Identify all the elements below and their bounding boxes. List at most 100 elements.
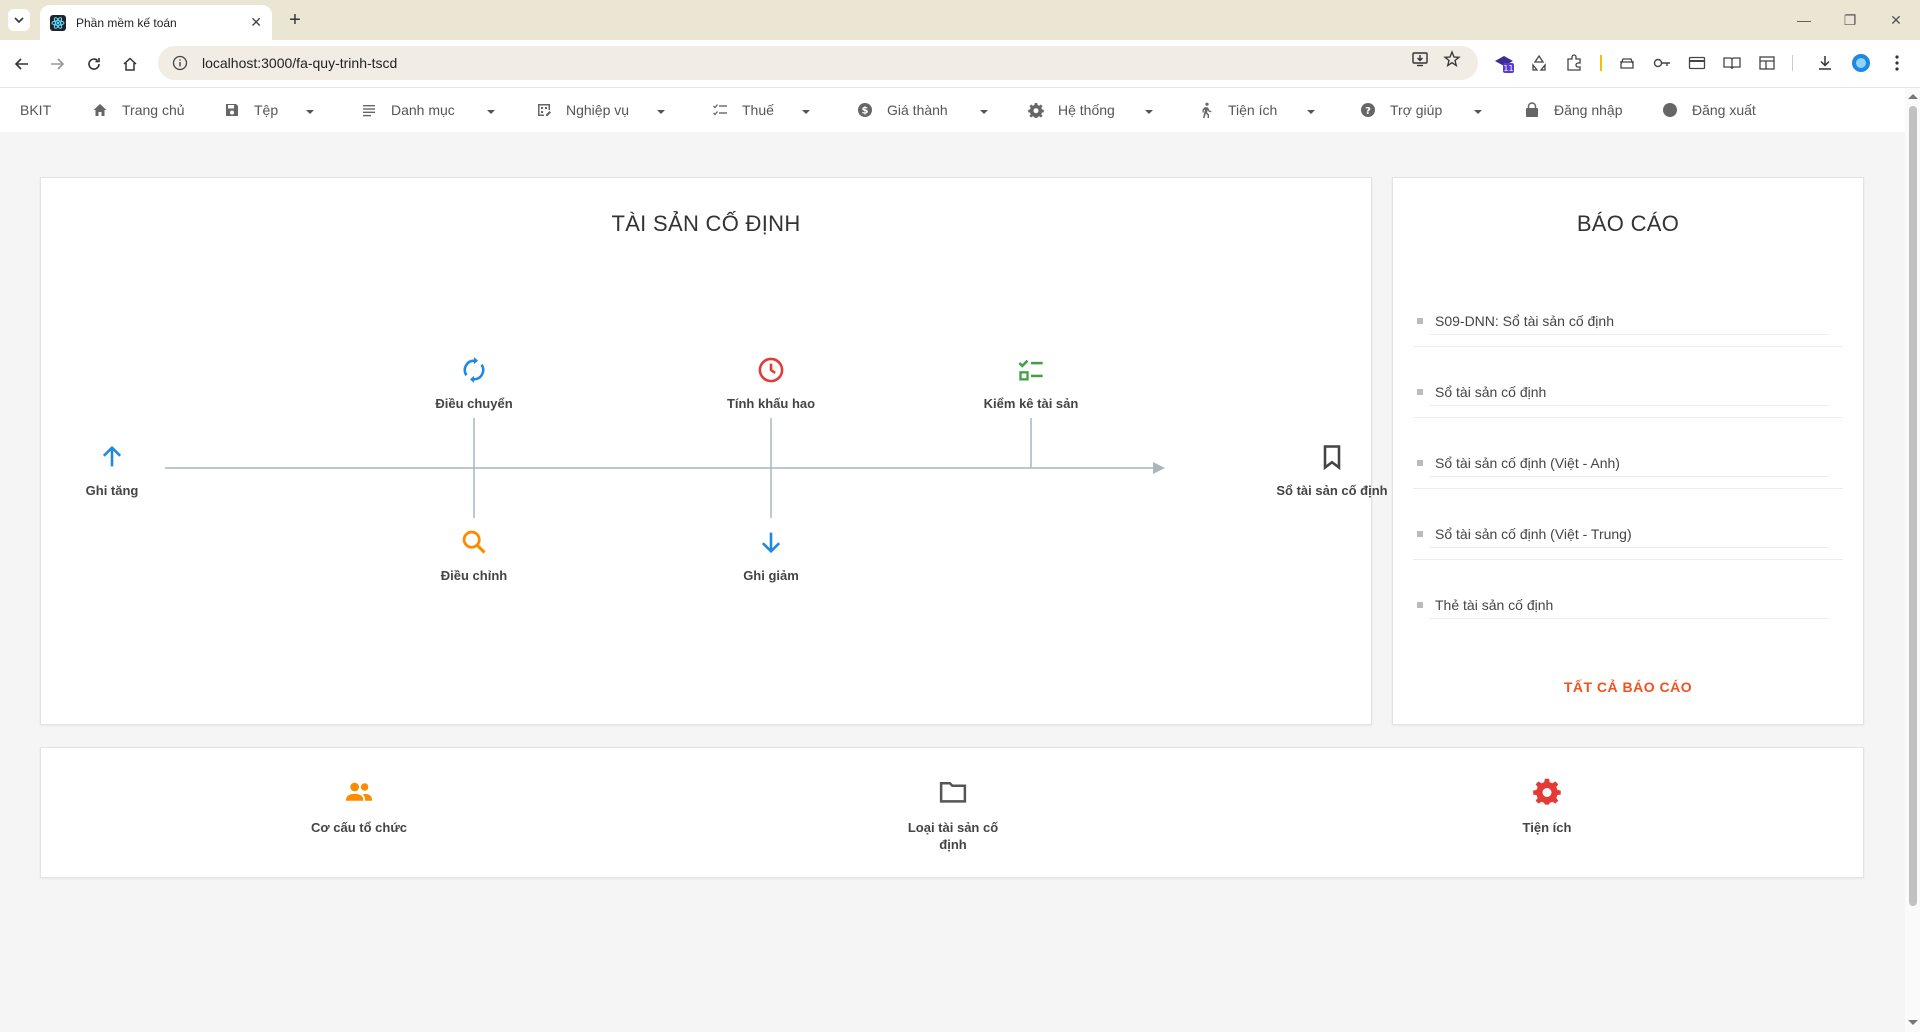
flow-node-increase[interactable]: Ghi tăng <box>32 443 192 498</box>
people-icon <box>345 782 373 801</box>
report-divider <box>1413 417 1843 418</box>
caret-down-icon <box>657 110 666 114</box>
split-view-icon[interactable] <box>1756 52 1778 74</box>
browser-menu-icon[interactable] <box>1886 52 1908 74</box>
svg-text:$: $ <box>862 106 869 117</box>
extension-hat-icon[interactable]: 11 <box>1493 52 1515 74</box>
bookmark-star-icon[interactable] <box>1442 49 1462 69</box>
nav-login[interactable]: Đăng nhập <box>1524 98 1623 122</box>
react-icon <box>50 14 66 31</box>
install-app-icon[interactable] <box>1410 49 1430 69</box>
back-button[interactable] <box>10 52 34 76</box>
flow-node-depreciation[interactable]: Tính khấu hao <box>691 356 851 411</box>
close-tab-icon[interactable]: ✕ <box>250 14 262 31</box>
nav-cost[interactable]: $ Giá thành <box>857 98 988 122</box>
nav-file[interactable]: Tệp <box>224 98 315 122</box>
lock-icon <box>1526 102 1538 117</box>
flow-node-inventory[interactable]: Kiểm kê tài sản <box>951 356 1111 411</box>
bullet-icon <box>1417 459 1423 466</box>
shortcut-asset-type[interactable]: Loại tài sản cố định <box>873 777 1033 853</box>
chevron-down-icon <box>14 17 24 24</box>
reports-card: BÁO CÁO S09-DNN: Sổ tài sản cố định Sổ t… <box>1392 177 1864 725</box>
flow-node-label: Ghi giảm <box>743 568 799 583</box>
fixed-asset-process-card: TÀI SẢN CỐ ĐỊNH Ghi tăng Điều chuyển Tín… <box>40 177 1388 725</box>
toolbar-divider <box>1792 55 1793 71</box>
report-divider <box>1413 488 1843 489</box>
flow-node-adjust[interactable]: Điều chỉnh <box>394 528 554 583</box>
extensions-puzzle-icon[interactable] <box>1563 52 1585 74</box>
address-bar[interactable]: localhost:3000/fa-quy-trinh-tscd <box>158 46 1478 80</box>
browser-tab[interactable]: Phần mềm kế toán ✕ <box>40 5 272 40</box>
reading-mode-icon[interactable] <box>1721 52 1743 74</box>
shortcut-label: Tiện ích <box>1522 820 1572 835</box>
flow-node-label: Điều chuyển <box>435 396 513 411</box>
nav-login-label: Đăng nhập <box>1554 102 1623 118</box>
nav-logout-label: Đăng xuất <box>1692 102 1756 118</box>
shortcuts-card: Cơ cấu tổ chức Loại tài sản cố định Tiện… <box>40 747 1864 878</box>
extension-car-icon[interactable] <box>1616 52 1638 74</box>
new-tab-button[interactable]: + <box>283 8 307 32</box>
nav-help[interactable]: ? Trợ giúp <box>1360 98 1483 122</box>
scroll-up-icon[interactable] <box>1908 94 1918 99</box>
main-content: TÀI SẢN CỐ ĐỊNH Ghi tăng Điều chuyển Tín… <box>20 156 1886 1032</box>
nav-system[interactable]: Hệ thống <box>1028 98 1153 122</box>
flow-node-label: Điều chỉnh <box>440 568 508 583</box>
report-item[interactable]: Thẻ tài sản cố định <box>1417 569 1817 640</box>
flow-node-label: Sổ tài sản cố định <box>1276 483 1388 498</box>
minimize-icon[interactable]: — <box>1794 10 1814 30</box>
bullet-icon <box>1417 530 1423 537</box>
page-scrollbar[interactable] <box>1905 88 1920 1032</box>
svg-text:?: ? <box>1365 106 1371 117</box>
flow-node-label: Kiểm kê tài sản <box>983 396 1079 411</box>
arrow-up-icon <box>102 445 122 467</box>
password-key-icon[interactable] <box>1651 52 1673 74</box>
nav-category[interactable]: Danh mục <box>361 98 495 122</box>
shortcut-label: Loại tài sản cố định <box>907 820 999 852</box>
nav-tax[interactable]: Thuế <box>712 98 810 122</box>
save-icon <box>226 104 238 116</box>
flow-node-decrease[interactable]: Ghi giảm <box>691 528 851 583</box>
gear-icon <box>1028 103 1044 118</box>
payment-card-icon[interactable] <box>1686 52 1708 74</box>
close-window-icon[interactable]: ✕ <box>1886 10 1906 30</box>
shortcut-org-structure[interactable]: Cơ cấu tổ chức <box>279 777 439 836</box>
extension-recycle-icon[interactable] <box>1528 52 1550 74</box>
report-divider <box>1429 618 1829 619</box>
shortcut-utilities[interactable]: Tiện ích <box>1467 777 1627 836</box>
all-reports-button[interactable]: TẤT CẢ BÁO CÁO <box>1393 679 1863 695</box>
browser-tabbar: Phần mềm kế toán ✕ + — ❐ ✕ <box>0 0 1920 40</box>
brand-logo[interactable]: BKIT <box>20 102 51 118</box>
flow-node-transfer[interactable]: Điều chuyển <box>394 356 554 411</box>
flow-node-ledger[interactable]: Sổ tài sản cố định <box>1252 443 1412 498</box>
home-icon <box>93 104 107 116</box>
site-info-icon[interactable] <box>172 55 188 71</box>
home-button[interactable] <box>118 52 142 76</box>
caret-down-icon <box>1307 110 1316 114</box>
app-navbar: BKIT Trang chủ Tệp Danh mục Nghiệp vụ Th… <box>0 88 1905 132</box>
circle-icon <box>1663 103 1677 117</box>
tab-search-button[interactable] <box>8 9 30 31</box>
report-divider <box>1429 405 1829 406</box>
report-item-label: Sổ tài sản cố định (Việt - Anh) <box>1435 454 1620 471</box>
flow-node-label: Ghi tăng <box>85 483 139 498</box>
list-icon <box>363 105 375 117</box>
url-text: localhost:3000/fa-quy-trinh-tscd <box>202 55 398 71</box>
download-icon[interactable] <box>1814 52 1836 74</box>
reload-icon <box>88 58 100 70</box>
nav-home[interactable]: Trang chủ <box>92 98 185 122</box>
nav-logout[interactable]: Đăng xuất <box>1662 98 1756 122</box>
profile-avatar-icon[interactable] <box>1850 52 1872 74</box>
nav-operations[interactable]: Nghiệp vụ <box>536 98 666 122</box>
reports-title: BÁO CÁO <box>1576 211 1680 236</box>
restore-icon[interactable]: ❐ <box>1840 10 1860 30</box>
forward-button[interactable] <box>45 52 69 76</box>
caret-down-icon <box>1144 110 1153 114</box>
report-divider <box>1413 559 1843 560</box>
scroll-thumb[interactable] <box>1909 106 1917 906</box>
nav-utilities[interactable]: Tiện ích <box>1198 98 1316 122</box>
toolbar-divider <box>1600 55 1602 71</box>
scroll-down-icon[interactable] <box>1908 1020 1918 1025</box>
dollar-icon: $ <box>858 103 872 117</box>
nav-tax-label: Thuế <box>742 102 774 118</box>
reload-button[interactable] <box>82 52 106 76</box>
